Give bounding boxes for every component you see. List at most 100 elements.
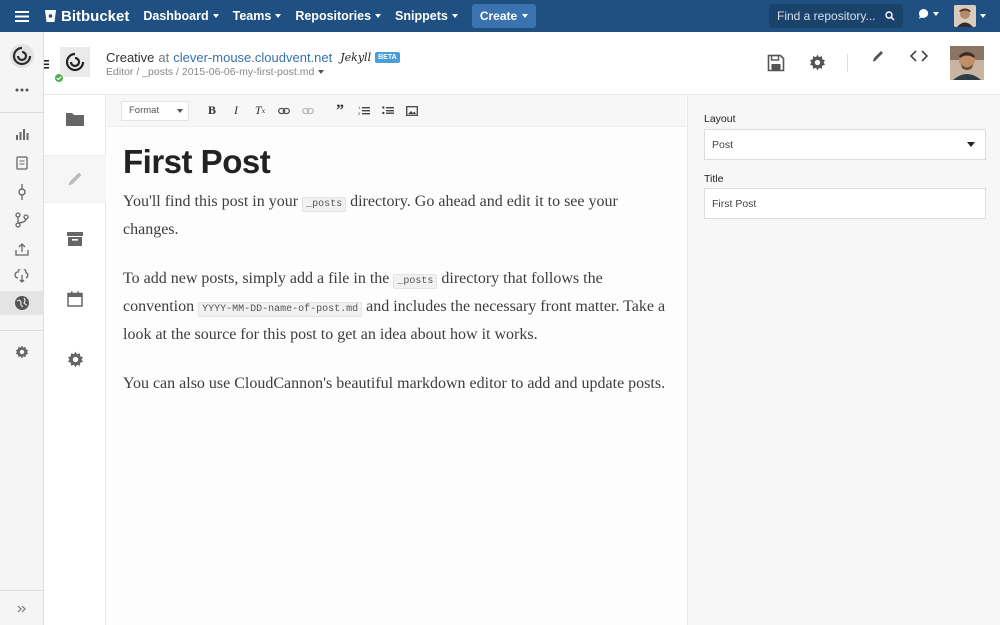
expand-sidebar-icon[interactable] [0, 597, 44, 621]
caret-down-icon [318, 70, 325, 74]
site-logo-icon[interactable] [60, 47, 90, 77]
create-button[interactable]: Create [471, 4, 537, 28]
unlink-icon[interactable] [297, 100, 319, 122]
nav-dashboard-label: Dashboard [143, 9, 209, 23]
site-header: Creative at clever-mouse.cloudvent.net J… [44, 32, 1000, 109]
commits-icon[interactable] [0, 180, 44, 204]
nav-dashboard[interactable]: Dashboard [143, 9, 219, 23]
breadcrumb-path: Editor / _posts / 2015-06-06-my-first-po… [106, 66, 315, 78]
bold-icon[interactable]: B [201, 100, 223, 122]
clear-format-icon[interactable]: Tx [249, 100, 271, 122]
branches-icon[interactable] [0, 208, 44, 232]
caret-down-icon [212, 14, 219, 18]
title-value: First Post [712, 197, 757, 210]
caret-down-icon [451, 14, 458, 18]
nav-teams[interactable]: Teams [233, 9, 282, 23]
menu-icon[interactable] [0, 0, 44, 32]
settings-gear-icon[interactable] [809, 54, 826, 76]
header-divider [847, 54, 848, 72]
nav-repositories[interactable]: Repositories [295, 9, 382, 23]
collections-box-icon[interactable] [44, 215, 106, 263]
post-heading[interactable]: First Post [123, 143, 670, 181]
caret-down-icon [177, 108, 183, 113]
caret-down-icon [967, 142, 975, 147]
bullet-list-icon[interactable] [377, 100, 399, 122]
svg-text:2: 2 [358, 111, 361, 116]
paragraph-1[interactable]: You'll find this post in your _posts dir… [123, 189, 670, 242]
bitbucket-topbar: Bitbucket Dashboard Teams Repositories S… [0, 0, 1000, 32]
sidebar-divider [0, 330, 44, 331]
layout-select[interactable]: Post [704, 129, 986, 160]
format-label: Format [129, 105, 160, 116]
inline-code: _posts [302, 197, 347, 212]
help-bubble-icon [918, 8, 929, 19]
deployments-icon[interactable] [0, 264, 44, 288]
content-editor[interactable]: First Post You'll find this post in your… [107, 127, 686, 625]
front-matter-panel: Layout Post Title First Post [687, 95, 1000, 625]
site-status-icon [54, 73, 64, 83]
caret-down-icon[interactable] [980, 14, 986, 18]
create-label: Create [479, 9, 518, 23]
cloudcannon-logo-icon[interactable] [0, 42, 44, 70]
files-folder-icon[interactable] [44, 95, 106, 143]
cloudcannon-addon-icon[interactable] [0, 291, 44, 315]
inline-code: _posts [393, 274, 438, 289]
ordered-list-icon[interactable]: 12 [353, 100, 375, 122]
caret-down-icon [375, 14, 382, 18]
jekyll-logo: Jekyll [340, 51, 372, 64]
site-settings-icon[interactable] [44, 335, 106, 383]
downloads-icon[interactable] [0, 237, 44, 261]
format-dropdown[interactable]: Format [121, 100, 189, 121]
overview-icon[interactable] [0, 122, 44, 146]
title-input[interactable]: First Post [704, 188, 986, 219]
nav-repositories-label: Repositories [295, 9, 372, 23]
paragraph-3[interactable]: You can also use CloudCannon's beautiful… [123, 371, 670, 396]
site-menu-icon[interactable] [44, 56, 49, 74]
caret-down-icon [275, 14, 282, 18]
paragraph-2-text-a: To add new posts, simply add a file in t… [123, 270, 394, 287]
repo-sidebar [0, 32, 44, 625]
paragraph-2[interactable]: To add new posts, simply add a file in t… [123, 266, 670, 347]
sidebar-divider [0, 112, 44, 113]
code-editor-icon[interactable] [909, 49, 929, 68]
sidebar-divider [0, 590, 44, 591]
inline-code: YYYY-MM-DD-name-of-post.md [198, 302, 363, 317]
site-domain-link[interactable]: clever-mouse.cloudvent.net [173, 50, 332, 65]
title-label: Title [704, 173, 724, 185]
profile-avatar[interactable] [950, 46, 984, 80]
blockquote-icon[interactable]: ” [329, 100, 351, 122]
caret-down-icon [933, 12, 939, 16]
help-menu[interactable] [918, 8, 939, 20]
repository-search-input[interactable]: Find a repository... [769, 4, 903, 28]
caret-down-icon [522, 14, 529, 18]
editor-section-sidebar [44, 95, 106, 625]
nav-snippets[interactable]: Snippets [395, 9, 458, 23]
visual-editor-icon[interactable] [871, 49, 885, 68]
edit-pencil-icon[interactable] [44, 155, 106, 203]
brand-label: Bitbucket [61, 7, 130, 25]
search-icon [885, 11, 895, 21]
nav-snippets-label: Snippets [395, 9, 448, 23]
editor-toolbar: Format B I Tx ” 12 [107, 95, 686, 127]
search-placeholder: Find a repository... [777, 9, 876, 23]
beta-badge: BETA [375, 52, 400, 63]
bitbucket-logo[interactable]: Bitbucket [44, 8, 129, 25]
site-title: Creative at clever-mouse.cloudvent.net J… [106, 50, 400, 65]
nav-teams-label: Teams [232, 9, 272, 23]
user-avatar[interactable] [954, 5, 976, 27]
site-name[interactable]: Creative [106, 50, 154, 65]
source-icon[interactable] [0, 151, 44, 175]
italic-icon[interactable]: I [225, 100, 247, 122]
breadcrumb[interactable]: Editor / _posts / 2015-06-06-my-first-po… [106, 66, 325, 78]
layout-value: Post [712, 138, 734, 151]
image-icon[interactable] [401, 100, 423, 122]
calendar-icon[interactable] [44, 275, 106, 323]
more-icon[interactable] [0, 78, 44, 102]
save-icon[interactable] [767, 54, 785, 77]
paragraph-1-text-a: You'll find this post in your [123, 193, 303, 210]
link-icon[interactable] [273, 100, 295, 122]
layout-label: Layout [704, 113, 736, 125]
settings-icon[interactable] [0, 340, 44, 364]
site-at: at [158, 50, 170, 65]
svg-text:1: 1 [358, 105, 361, 110]
